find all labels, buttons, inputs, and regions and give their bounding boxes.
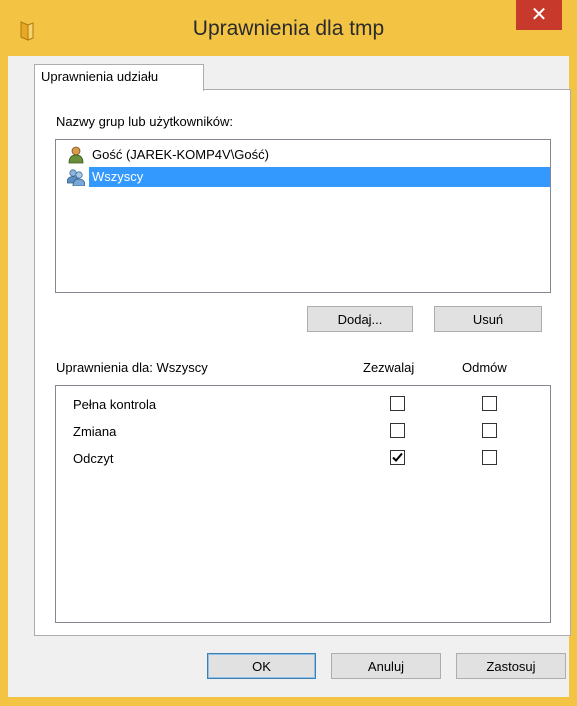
deny-checkbox[interactable] <box>482 396 497 411</box>
add-button[interactable]: Dodaj... <box>307 306 413 332</box>
allow-checkbox[interactable] <box>390 396 405 411</box>
users-list[interactable]: Gość (JAREK-KOMP4V\Gość) Wszyscy <box>55 139 551 293</box>
permission-name: Pełna kontrola <box>73 397 157 412</box>
permission-row-read: Odczyt <box>56 448 550 474</box>
window-title: Uprawnienia dla tmp <box>192 17 385 40</box>
users-label: Nazwy grup lub użytkowników: <box>56 114 234 129</box>
list-item-label: Gość (JAREK-KOMP4V\Gość) <box>92 147 269 162</box>
list-item-everyone[interactable]: Wszyscy <box>67 167 550 187</box>
cancel-button[interactable]: Anuluj <box>331 653 441 679</box>
permissions-for-label: Uprawnienia dla: Wszyscy <box>56 360 208 375</box>
allow-checkbox[interactable] <box>390 450 405 465</box>
group-icon <box>67 169 85 186</box>
allow-checkbox[interactable] <box>390 423 405 438</box>
permissions-list: Pełna kontrola Zmiana Odczyt <box>55 385 551 623</box>
checkmark-icon <box>392 452 403 462</box>
apply-button[interactable]: Zastosuj <box>456 653 566 679</box>
dialog-window: Uprawnienia dla tmp ✕ Uprawnienia udział… <box>0 0 577 706</box>
user-icon <box>68 146 84 164</box>
selection-highlight <box>89 167 550 187</box>
close-button[interactable]: ✕ <box>516 0 562 30</box>
list-item-label: Wszyscy <box>92 169 144 184</box>
permission-name: Odczyt <box>73 451 114 466</box>
dialog-client-area: Uprawnienia udziału Nazwy grup lub użytk… <box>8 56 571 697</box>
permission-row-change: Zmiana <box>56 421 550 447</box>
deny-checkbox[interactable] <box>482 423 497 438</box>
ok-button[interactable]: OK <box>207 653 316 679</box>
deny-column-header: Odmów <box>462 360 507 375</box>
title-bar[interactable]: Uprawnienia dla tmp ✕ <box>0 0 577 56</box>
remove-button[interactable]: Usuń <box>434 306 542 332</box>
permission-row-full-control: Pełna kontrola <box>56 394 550 420</box>
tab-share-permissions[interactable]: Uprawnienia udziału <box>34 64 204 91</box>
deny-checkbox[interactable] <box>482 450 497 465</box>
allow-column-header: Zezwalaj <box>363 360 415 375</box>
permission-name: Zmiana <box>73 424 117 439</box>
